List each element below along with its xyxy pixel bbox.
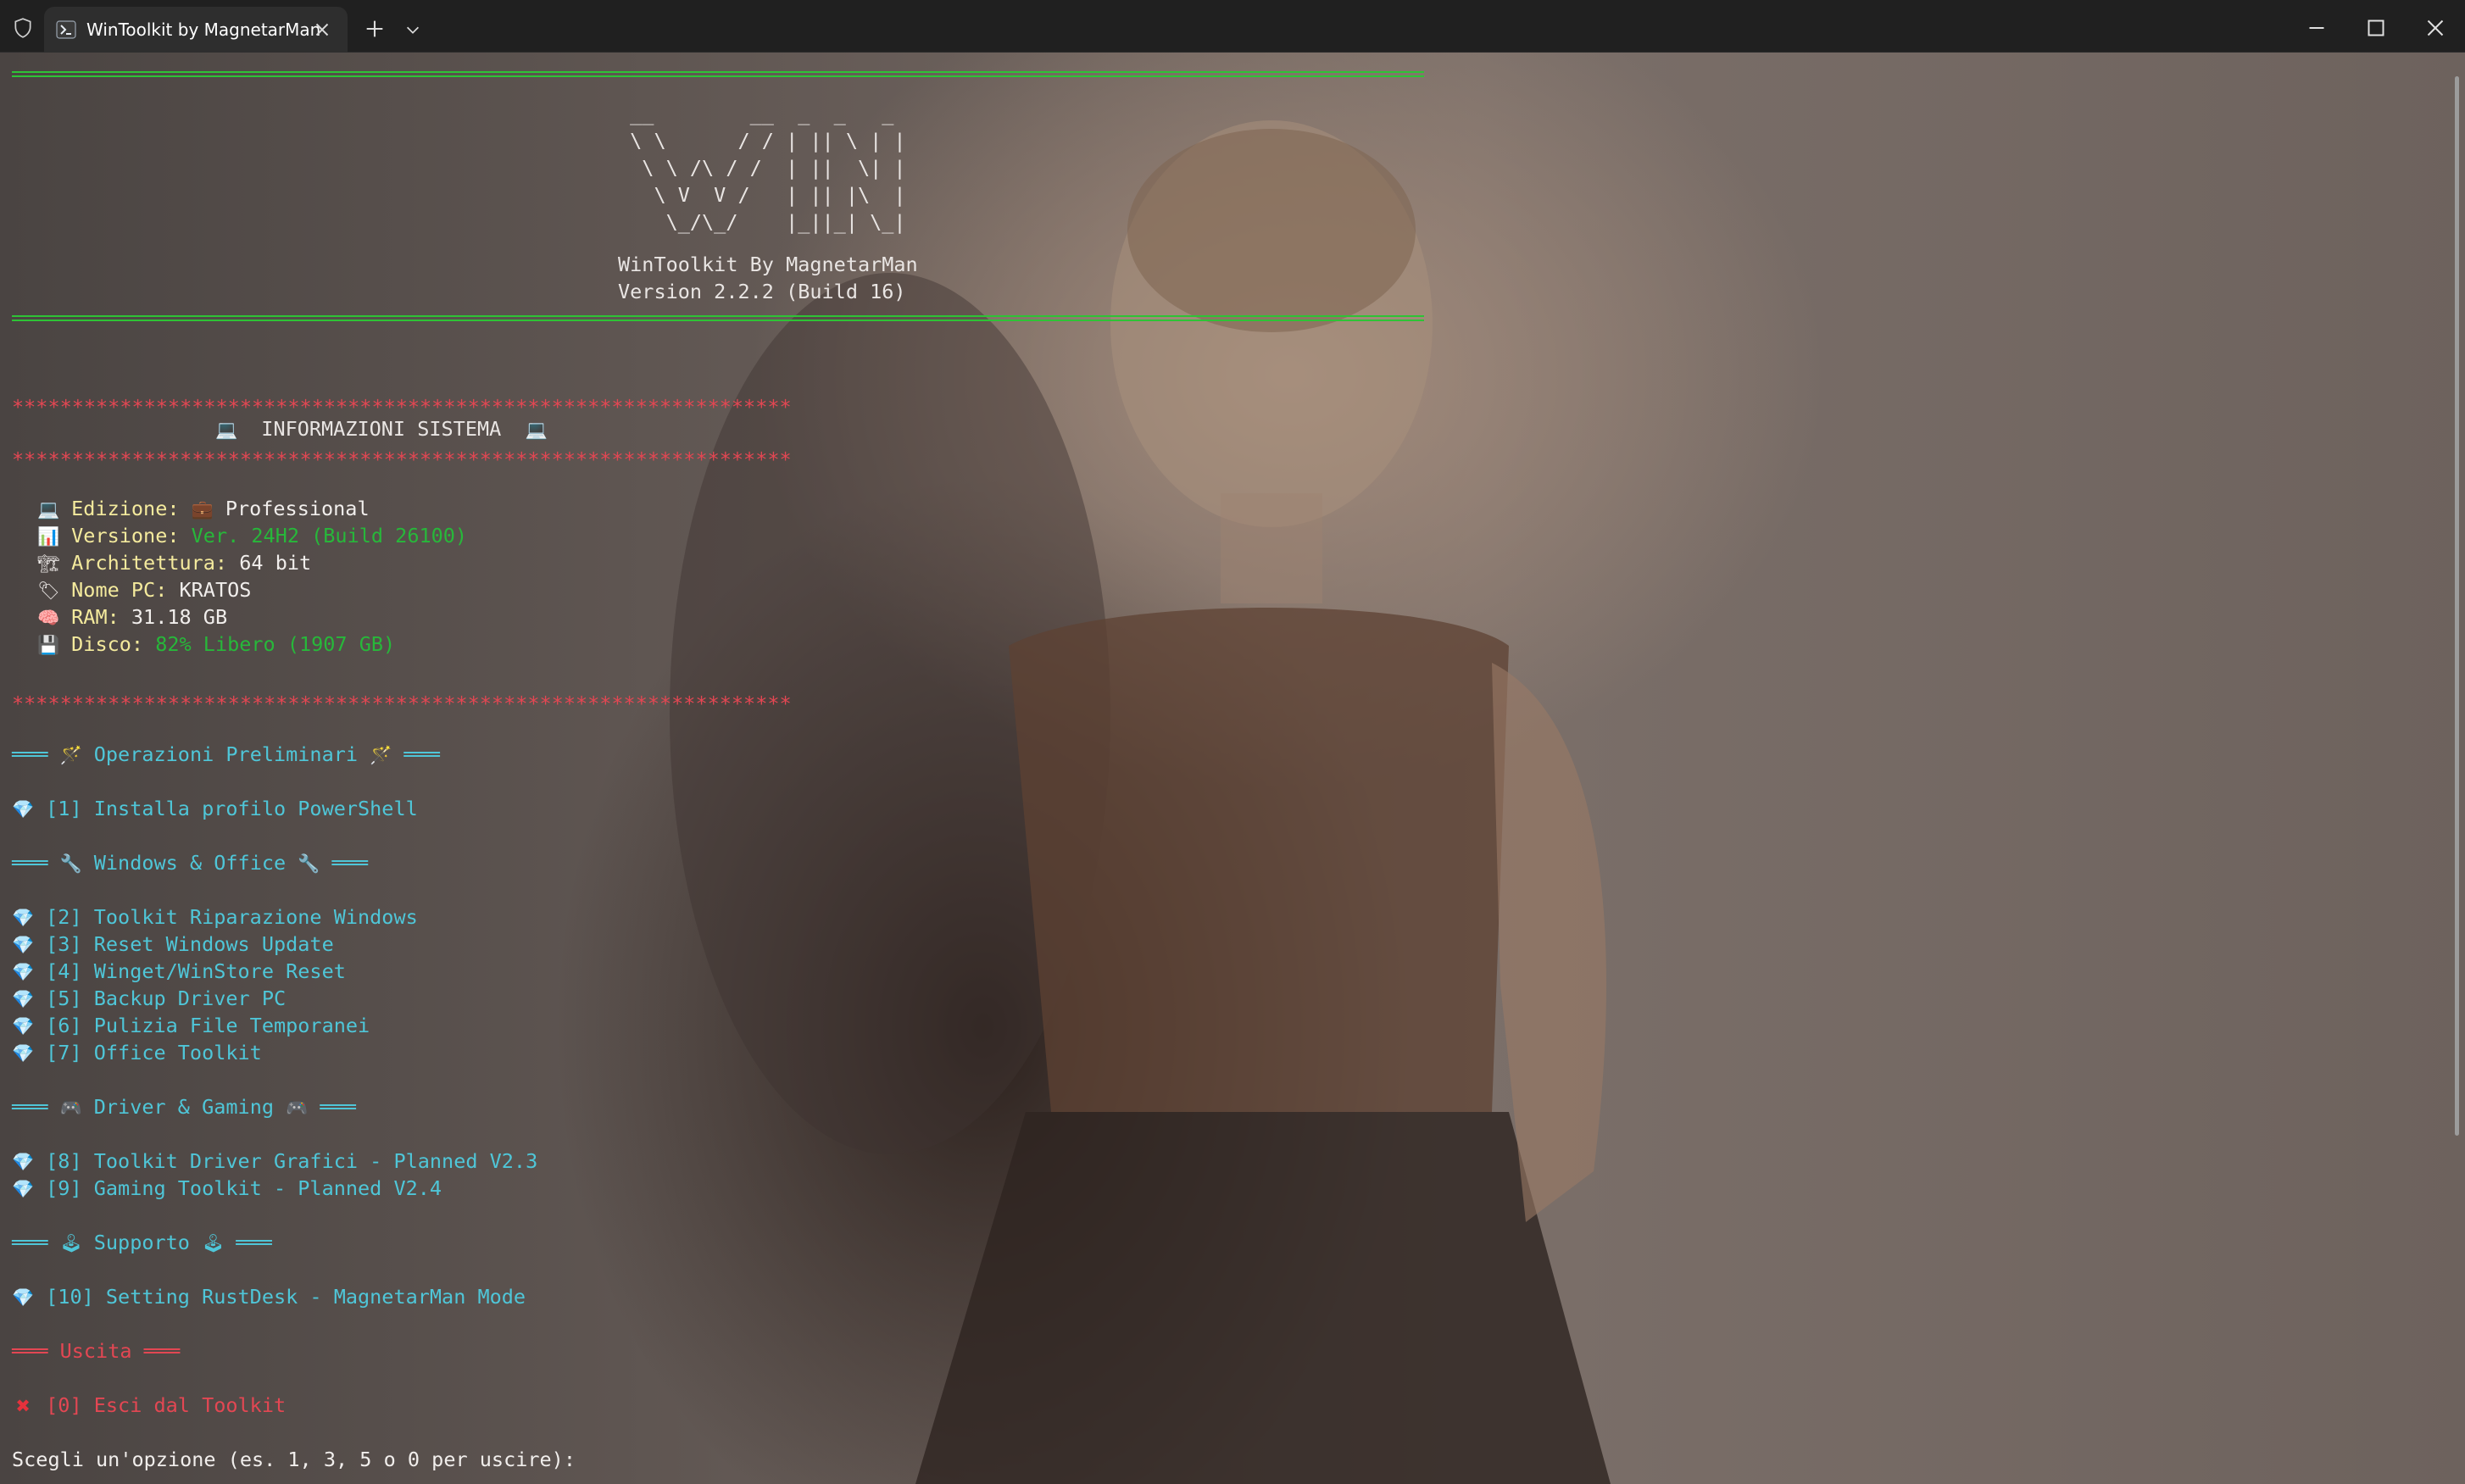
- gem-icon: 💎: [12, 1152, 35, 1172]
- gem-icon: 💎: [12, 1016, 35, 1037]
- gem-icon: 💎: [12, 799, 35, 820]
- section-driver-gaming: ═══ 🎮 Driver & Gaming 🎮 ═══: [12, 1093, 356, 1121]
- title-bar: WinToolkit by MagnetarMan: [0, 0, 2465, 53]
- section-uscita: ═══ Uscita ═══: [12, 1339, 181, 1363]
- sysinfo-stars-bottom: ****************************************…: [12, 692, 792, 715]
- magic-wand-icon: 🪄: [59, 745, 82, 765]
- menu-item-10[interactable]: 💎 [10] Setting RustDesk - MagnetarMan Mo…: [12, 1283, 526, 1311]
- gem-icon: 💎: [12, 935, 35, 955]
- magic-wand-icon: 🪄: [370, 745, 392, 765]
- laptop-icon: 💻: [215, 420, 238, 440]
- close-tab-icon[interactable]: [311, 19, 333, 41]
- banner-ascii-logo: __ __ _ _ _ \ \ / / | || \ | | \ \ /\ / …: [618, 102, 906, 234]
- joystick-icon: 🕹: [202, 1233, 225, 1253]
- menu-item-3[interactable]: 💎 [3] Reset Windows Update: [12, 931, 334, 959]
- terminal-pane[interactable]: __ __ _ _ _ \ \ / / | || \ | | \ \ /\ / …: [0, 53, 2465, 1484]
- briefcase-icon: 💼: [191, 499, 214, 520]
- menu-item-2[interactable]: 💎 [2] Toolkit Riparazione Windows: [12, 903, 418, 931]
- menu-item-7[interactable]: 💎 [7] Office Toolkit: [12, 1039, 262, 1067]
- brain-icon: 🧠: [37, 608, 60, 628]
- sysinfo-row-ram: 🧠 RAM: 31.18 GB: [37, 603, 227, 631]
- menu-item-8[interactable]: 💎 [8] Toolkit Driver Grafici - Planned V…: [12, 1148, 537, 1176]
- section-supporto: ═══ 🕹 Supporto 🕹 ═══: [12, 1229, 272, 1257]
- new-tab-icon[interactable]: [363, 17, 387, 41]
- gem-icon: 💎: [12, 1179, 35, 1199]
- sysinfo-row-pcname: 🏷 Nome PC: KRATOS: [37, 576, 251, 604]
- menu-item-6[interactable]: 💎 [6] Pulizia File Temporanei: [12, 1012, 370, 1040]
- banner-top-rule: [12, 71, 1424, 77]
- gem-icon: 💎: [12, 1287, 35, 1308]
- laptop-icon: 💻: [525, 420, 548, 440]
- sysinfo-stars-mid: ****************************************…: [12, 447, 792, 471]
- joystick-icon: 🕹: [59, 1233, 83, 1253]
- sysinfo-row-edition: 💻 Edizione: 💼 Professional: [37, 495, 370, 523]
- banner-version: Version 2.2.2 (Build 16): [618, 280, 906, 303]
- shield-icon[interactable]: [12, 17, 34, 39]
- menu-item-1[interactable]: 💎 [1] Installa profilo PowerShell: [12, 795, 418, 823]
- menu-item-9[interactable]: 💎 [9] Gaming Toolkit - Planned V2.4: [12, 1175, 442, 1203]
- banner-bottom-rule: [12, 315, 1424, 321]
- laptop-icon: 💻: [37, 499, 60, 520]
- menu-item-exit[interactable]: ✖ [0] Esci dal Toolkit: [12, 1392, 286, 1420]
- gem-icon: 💎: [12, 908, 35, 928]
- tab-wintoolkit[interactable]: WinToolkit by MagnetarMan: [44, 7, 348, 53]
- gamepad-icon: 🎮: [286, 1098, 309, 1118]
- menu-item-5[interactable]: 💎 [5] Backup Driver PC: [12, 985, 286, 1013]
- tab-title: WinToolkit by MagnetarMan: [86, 19, 321, 40]
- building-icon: 🏗: [37, 553, 60, 574]
- gamepad-icon: 🎮: [59, 1098, 82, 1118]
- scrollbar-thumb[interactable]: [2455, 76, 2459, 1136]
- sysinfo-row-version: 📊 Versione: Ver. 24H2 (Build 26100): [37, 522, 467, 550]
- sysinfo-row-arch: 🏗 Architettura: 64 bit: [37, 549, 311, 577]
- powershell-icon: [56, 20, 76, 39]
- label-tag-icon: 🏷: [37, 581, 60, 601]
- minimize-icon[interactable]: [2302, 14, 2331, 42]
- menu-item-4[interactable]: 💎 [4] Winget/WinStore Reset: [12, 958, 346, 986]
- section-windows-office: ═══ 🔧 Windows & Office 🔧 ═══: [12, 849, 368, 877]
- maximize-icon[interactable]: [2362, 14, 2390, 42]
- wrench-icon: 🔧: [59, 853, 82, 874]
- sysinfo-row-disk: 💾 Disco: 82% Libero (1907 GB): [37, 631, 395, 659]
- input-prompt[interactable]: Scegli un'opzione (es. 1, 3, 5 o 0 per u…: [12, 1446, 576, 1473]
- gem-icon: 💎: [12, 989, 35, 1009]
- section-operazioni-preliminari: ═══ 🪄 Operazioni Preliminari 🪄 ═══: [12, 741, 440, 769]
- gem-icon: 💎: [12, 962, 35, 982]
- close-window-icon[interactable]: [2421, 14, 2450, 42]
- chart-icon: 📊: [37, 526, 60, 547]
- cross-mark-icon: ✖: [15, 1396, 31, 1416]
- sysinfo-heading: 💻 INFORMAZIONI SISTEMA 💻: [215, 415, 548, 443]
- wrench-icon: 🔧: [298, 853, 320, 874]
- gem-icon: 💎: [12, 1043, 35, 1064]
- disk-icon: 💾: [37, 635, 60, 655]
- banner-title: WinToolkit By MagnetarMan: [618, 253, 918, 276]
- chevron-down-icon[interactable]: [403, 20, 422, 39]
